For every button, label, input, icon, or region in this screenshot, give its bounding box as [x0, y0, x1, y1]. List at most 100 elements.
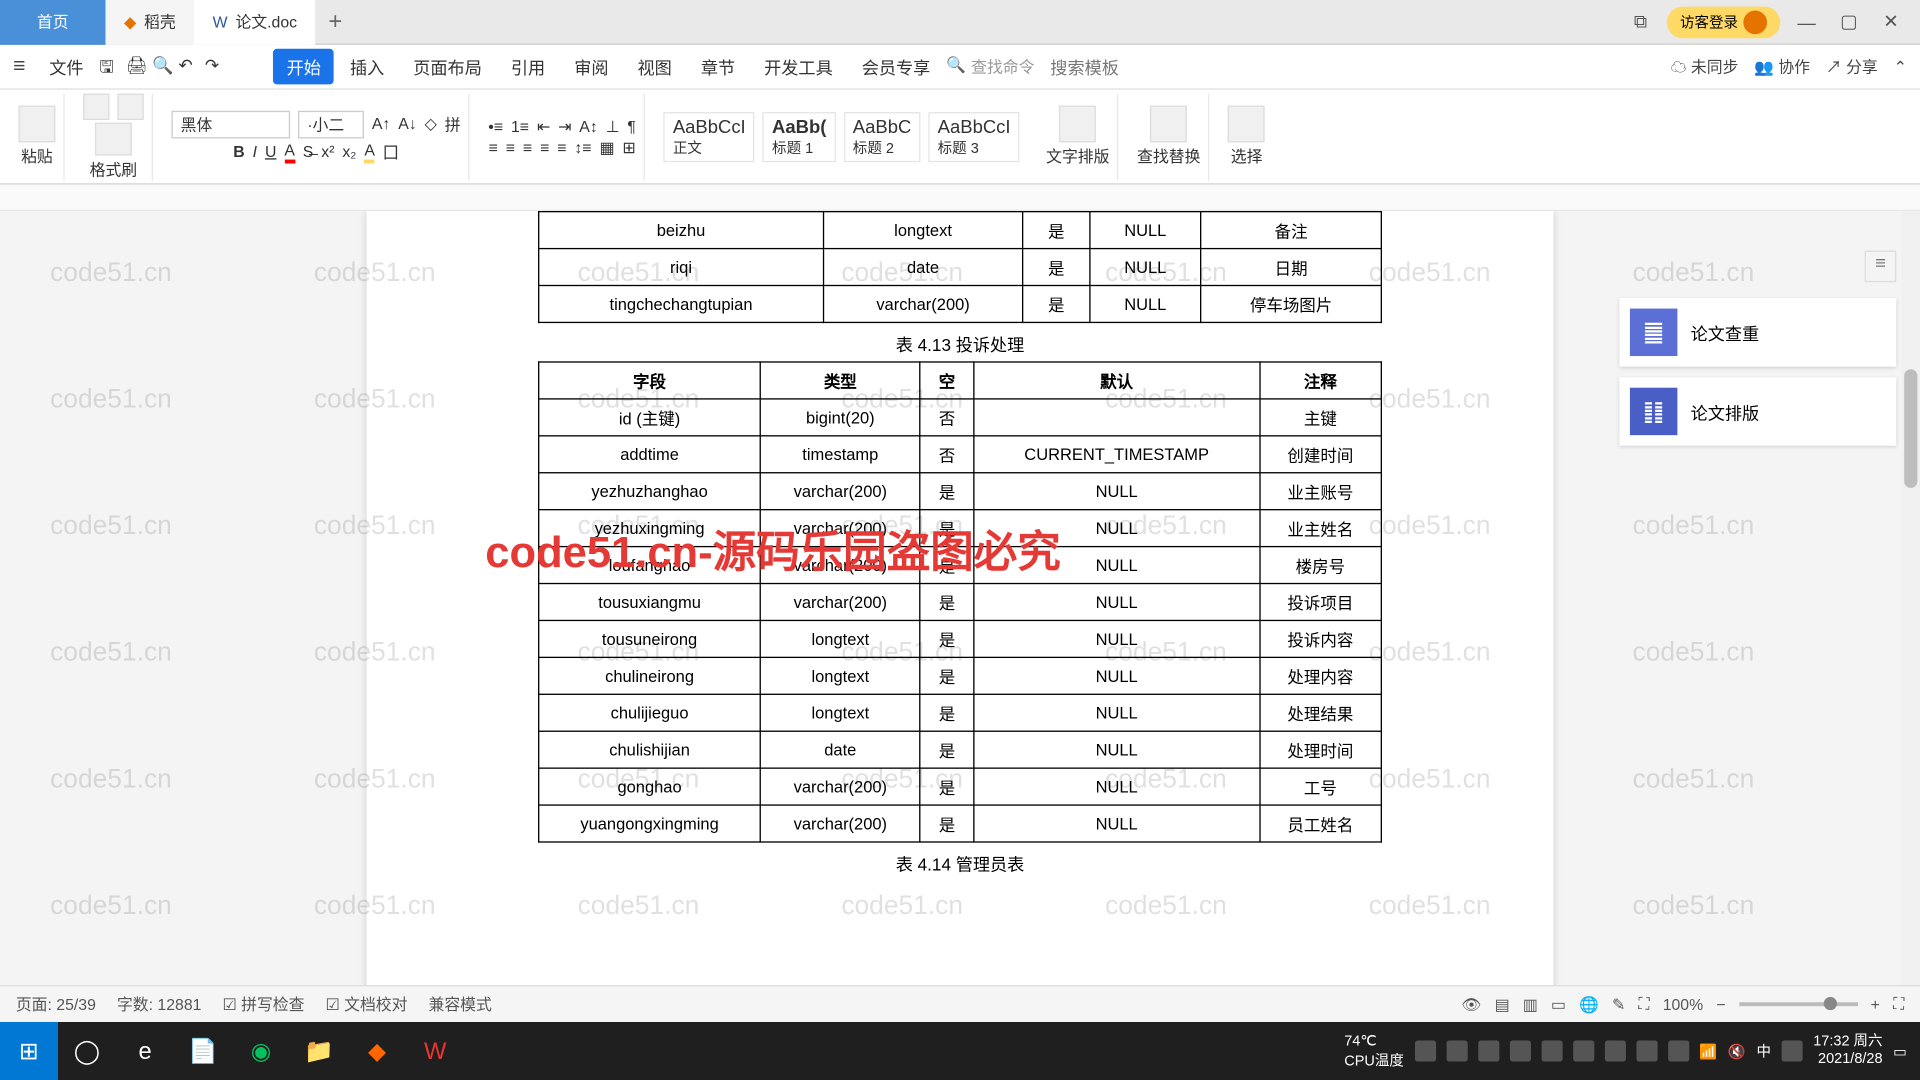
login-badge[interactable]: 访客登录	[1667, 6, 1780, 38]
edge-icon[interactable]: e	[116, 1022, 174, 1080]
style-preview-2[interactable]: AaBbC标题 2	[844, 111, 921, 161]
font-color-icon[interactable]: A	[284, 140, 295, 162]
tab-doc-active[interactable]: W论文.doc	[194, 0, 315, 44]
vertical-scrollbar[interactable]	[1902, 211, 1920, 985]
tray-icon-1[interactable]	[1414, 1040, 1435, 1061]
menu-review[interactable]: 审阅	[561, 49, 622, 85]
phonetic-icon[interactable]: 拼	[445, 113, 461, 135]
bold-button[interactable]: B	[233, 142, 244, 160]
print-icon[interactable]: 🖨	[126, 55, 150, 79]
status-spell[interactable]: ☑ 拼写检查	[223, 993, 305, 1015]
tab-count-icon[interactable]: ⧉	[1625, 11, 1657, 33]
bluetooth-icon[interactable]	[1668, 1040, 1689, 1061]
preview-icon[interactable]: 🔍	[152, 55, 176, 79]
style-preview-1[interactable]: AaBb(标题 1	[763, 111, 836, 161]
strike-icon[interactable]: S̶	[303, 142, 314, 160]
tab-add-button[interactable]: +	[316, 8, 356, 36]
outline-icon[interactable]	[1059, 105, 1096, 142]
outdent-icon[interactable]: ⇤	[537, 117, 550, 135]
eye-icon[interactable]: 👁	[1461, 995, 1481, 1013]
tray-icon-2[interactable]	[1446, 1040, 1467, 1061]
menu-insert[interactable]: 插入	[337, 49, 398, 85]
network-icon[interactable]: 📶	[1699, 1042, 1717, 1059]
shrink-font-icon[interactable]: A↓	[398, 115, 416, 133]
save-icon[interactable]: 🖫	[99, 55, 123, 79]
fit-icon[interactable]: ⛶	[1638, 994, 1649, 1014]
view-outline-icon[interactable]: ▥	[1523, 995, 1538, 1013]
view-web-icon[interactable]: 🌐	[1579, 995, 1599, 1013]
maximize-button[interactable]: ▢	[1833, 11, 1865, 33]
collapse-ribbon-icon[interactable]: ⌃	[1894, 57, 1907, 75]
tray-icon-sogou[interactable]	[1782, 1040, 1803, 1061]
wps-icon[interactable]: W	[406, 1022, 464, 1080]
menu-vip[interactable]: 会员专享	[849, 49, 944, 85]
command-search[interactable]: 🔍 查找命令	[946, 55, 1034, 77]
align-center-icon[interactable]: ≡	[506, 138, 515, 156]
cut-icon[interactable]	[83, 93, 109, 119]
copy-icon[interactable]	[117, 93, 143, 119]
search-template[interactable]: 搜索模板	[1037, 49, 1132, 85]
menu-file[interactable]: 文件	[36, 49, 97, 85]
wechat-icon[interactable]: ◉	[232, 1022, 290, 1080]
menu-chapter[interactable]: 章节	[688, 49, 749, 85]
bullets-icon[interactable]: •≡	[488, 117, 503, 135]
undo-icon[interactable]: ↶	[178, 55, 202, 79]
tab-stop-icon[interactable]: ⊥	[606, 117, 620, 135]
align-right-icon[interactable]: ≡	[523, 138, 532, 156]
align-justify-icon[interactable]: ≡	[540, 138, 549, 156]
paste-icon[interactable]	[18, 105, 55, 142]
ruler[interactable]	[0, 185, 1920, 211]
italic-button[interactable]: I	[253, 142, 257, 160]
status-page[interactable]: 页面: 25/39	[16, 993, 96, 1015]
align-left-icon[interactable]: ≡	[489, 138, 498, 156]
menu-pagelayout[interactable]: 页面布局	[400, 49, 495, 85]
minimize-button[interactable]: —	[1791, 11, 1823, 32]
side-toggle[interactable]: ≡	[1865, 251, 1897, 283]
tab-home[interactable]: 首页	[0, 0, 105, 44]
zoom-value[interactable]: 100%	[1663, 995, 1703, 1013]
tray-icon-5[interactable]	[1541, 1040, 1562, 1061]
sub-icon[interactable]: x₂	[342, 142, 356, 160]
coop-button[interactable]: 👥 协作	[1754, 55, 1810, 77]
grow-font-icon[interactable]: A↑	[372, 115, 390, 133]
cortana-icon[interactable]: ◯	[58, 1022, 116, 1080]
tray-icon-7[interactable]	[1604, 1040, 1625, 1061]
share-button[interactable]: ↗ 分享	[1826, 55, 1878, 77]
action-center-icon[interactable]: ▭	[1893, 1042, 1907, 1059]
hamburger-icon[interactable]: ≡	[13, 55, 33, 79]
underline-button[interactable]: U	[265, 142, 276, 160]
numbering-icon[interactable]: 1≡	[511, 117, 529, 135]
menu-start[interactable]: 开始	[273, 49, 334, 85]
status-compat[interactable]: 兼容模式	[429, 993, 492, 1015]
zoom-slider[interactable]	[1739, 1002, 1858, 1006]
tray-icon-6[interactable]	[1573, 1040, 1594, 1061]
ime-indicator[interactable]: 中	[1757, 1040, 1772, 1061]
notepad-icon[interactable]: 📄	[174, 1022, 232, 1080]
select-icon[interactable]	[1228, 105, 1265, 142]
redo-icon[interactable]: ↷	[205, 55, 229, 79]
shading-icon[interactable]: ▦	[599, 138, 614, 156]
scroll-thumb[interactable]	[1904, 369, 1917, 488]
sound-icon[interactable]: 🔇	[1728, 1042, 1746, 1059]
side-card-typeset[interactable]: ䷁ 论文排版	[1619, 377, 1896, 446]
char-border-icon[interactable]: 囗	[383, 140, 399, 162]
clock[interactable]: 17:32 周六 2021/8/28	[1813, 1034, 1882, 1069]
start-button[interactable]: ⊞	[0, 1022, 58, 1080]
borders-icon[interactable]: ⊞	[622, 138, 635, 156]
super-icon[interactable]: x²	[321, 142, 334, 160]
status-words[interactable]: 字数: 12881	[117, 993, 201, 1015]
tray-icon-3[interactable]	[1478, 1040, 1499, 1061]
zoom-out-button[interactable]: −	[1716, 995, 1725, 1013]
font-name-select[interactable]: 黑体	[171, 110, 290, 138]
clear-format-icon[interactable]: ◇	[425, 115, 437, 133]
close-button[interactable]: ✕	[1875, 11, 1907, 33]
line-spacing-icon[interactable]: ↕≡	[574, 138, 591, 156]
menu-view[interactable]: 视图	[624, 49, 685, 85]
font-size-select[interactable]: ·小二	[298, 110, 364, 138]
highlight-icon[interactable]: A	[364, 140, 375, 162]
align-dist-icon[interactable]: ≡	[557, 138, 566, 156]
sort-icon[interactable]: A↕	[579, 117, 597, 135]
view-page-icon[interactable]: ▤	[1495, 995, 1510, 1013]
tray-icon-4[interactable]	[1509, 1040, 1530, 1061]
side-card-plagiarism[interactable]: ䷀ 论文查重	[1619, 298, 1896, 367]
